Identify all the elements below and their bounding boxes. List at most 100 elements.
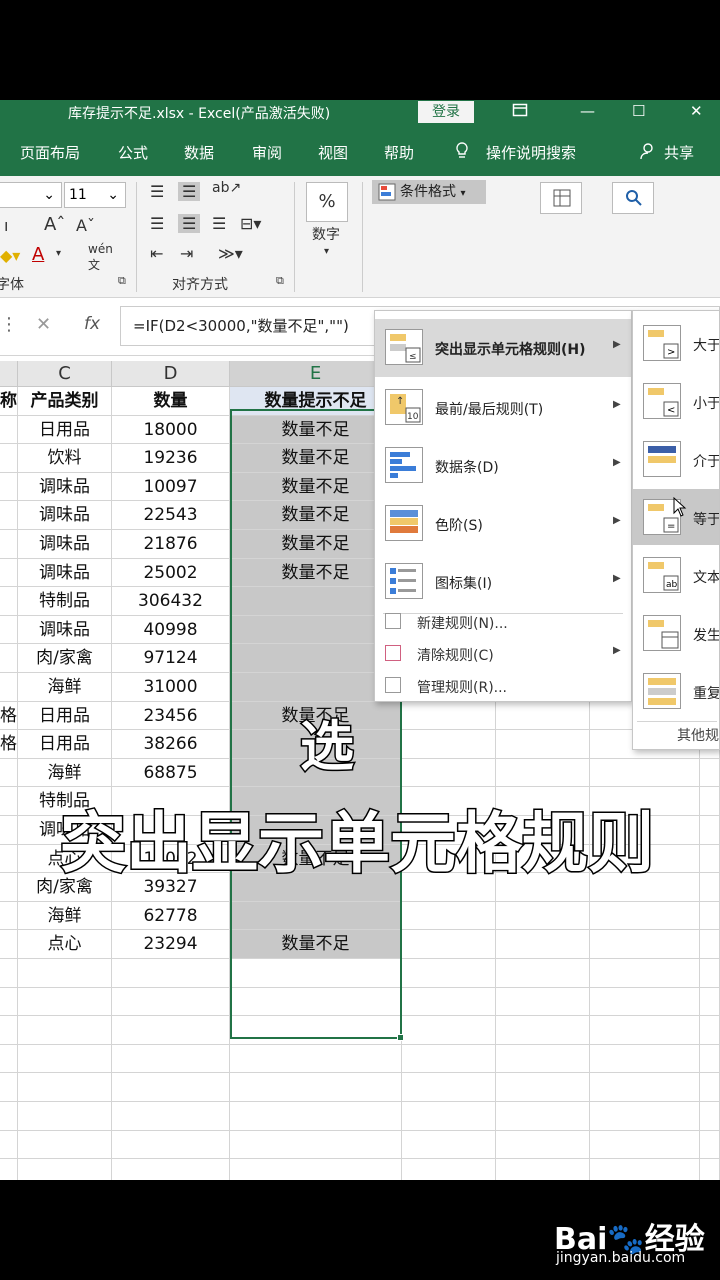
cell-b[interactable] xyxy=(0,644,18,673)
empty-cell[interactable] xyxy=(18,1102,112,1131)
empty-cell[interactable] xyxy=(590,1159,700,1180)
cell-d[interactable]: 68875 xyxy=(112,758,230,788)
empty-cell[interactable] xyxy=(700,844,720,874)
empty-cell[interactable] xyxy=(590,1016,700,1045)
menu-clear-rules[interactable]: 清除规则(C) ▶ xyxy=(375,639,631,669)
cell-c[interactable]: 饮料 xyxy=(18,444,112,473)
cell-c[interactable]: 调味品 xyxy=(18,501,112,530)
close-button[interactable]: ✕ xyxy=(690,102,703,120)
empty-cell[interactable] xyxy=(496,901,590,931)
empty-cell[interactable] xyxy=(402,930,496,959)
cell-b[interactable] xyxy=(0,558,18,588)
empty-cell[interactable] xyxy=(700,1130,720,1160)
tab-review[interactable]: 审阅 xyxy=(252,142,282,163)
empty-cell[interactable] xyxy=(700,816,720,845)
cell-c[interactable]: 肉/家禽 xyxy=(18,644,112,673)
empty-cell[interactable] xyxy=(590,930,700,959)
empty-cell[interactable] xyxy=(402,1159,496,1180)
cell-c[interactable]: 海鲜 xyxy=(18,673,112,702)
empty-cell[interactable] xyxy=(402,730,496,759)
cell-b[interactable] xyxy=(0,530,18,559)
cell-d[interactable]: 40998 xyxy=(112,615,230,645)
cell-b[interactable] xyxy=(0,873,18,902)
empty-cell[interactable] xyxy=(496,1130,590,1160)
empty-cell[interactable] xyxy=(402,701,496,731)
menu-data-bars[interactable]: 数据条(D) ▶ xyxy=(375,437,631,495)
align-middle-icon[interactable]: ☰ xyxy=(178,182,201,201)
cell-b[interactable] xyxy=(0,930,18,959)
header-cell-c[interactable]: 产品类别 xyxy=(18,387,112,416)
empty-cell[interactable] xyxy=(0,959,18,988)
submenu-less-than[interactable]: < 小于 xyxy=(633,373,719,429)
cell-c[interactable]: 海鲜 xyxy=(18,901,112,931)
empty-cell[interactable] xyxy=(496,959,590,988)
share-button[interactable]: 共享 xyxy=(664,142,694,163)
submenu-between[interactable]: 介于 xyxy=(633,431,719,487)
login-button[interactable]: 登录 xyxy=(418,101,474,123)
cell-d[interactable]: 21876 xyxy=(112,530,230,559)
cell-b[interactable] xyxy=(0,673,18,702)
empty-cell[interactable] xyxy=(496,730,590,759)
empty-cell[interactable] xyxy=(496,1073,590,1102)
empty-cell[interactable] xyxy=(590,1102,700,1131)
menu-manage-rules[interactable]: 管理规则(R)... xyxy=(375,671,631,701)
cell-d[interactable]: 22543 xyxy=(112,501,230,530)
fill-handle[interactable] xyxy=(397,1034,404,1041)
ribbon-display-icon[interactable] xyxy=(512,102,528,122)
empty-cell[interactable] xyxy=(18,987,112,1017)
empty-cell[interactable] xyxy=(700,1073,720,1102)
submenu-text-contains[interactable]: ab 文本 xyxy=(633,547,719,603)
cell-b[interactable] xyxy=(0,615,18,645)
empty-cell[interactable] xyxy=(112,1016,230,1045)
submenu-greater-than[interactable]: > 大于 xyxy=(633,315,719,371)
cell-b[interactable] xyxy=(0,587,18,616)
tab-formulas[interactable]: 公式 xyxy=(118,142,148,163)
empty-cell[interactable] xyxy=(402,1044,496,1074)
cell-d[interactable]: 23456 xyxy=(112,701,230,731)
column-header-d[interactable]: D xyxy=(112,361,230,387)
tell-me-search[interactable]: 操作说明搜索 xyxy=(486,142,576,163)
empty-cell[interactable] xyxy=(496,930,590,959)
empty-cell[interactable] xyxy=(230,987,402,1017)
cell-d[interactable]: 306432 xyxy=(112,587,230,616)
empty-cell[interactable] xyxy=(18,1159,112,1180)
align-right-icon[interactable]: ☰ xyxy=(212,214,226,233)
tab-page-layout[interactable]: 页面布局 xyxy=(20,142,80,163)
empty-cell[interactable] xyxy=(590,1073,700,1102)
empty-cell[interactable] xyxy=(700,930,720,959)
cell-e[interactable] xyxy=(230,901,402,931)
merge-center-icon[interactable]: ⊟▾ xyxy=(240,214,261,233)
align-center-icon[interactable]: ☰ xyxy=(178,214,201,233)
cell-d[interactable]: 38266 xyxy=(112,730,230,759)
menu-icon-sets[interactable]: 图标集(I) ▶ xyxy=(375,553,631,611)
find-select-button[interactable] xyxy=(612,182,654,214)
cell-d[interactable]: 19236 xyxy=(112,444,230,473)
submenu-duplicate-values[interactable]: 重复 xyxy=(633,663,719,719)
cell-b[interactable] xyxy=(0,444,18,473)
empty-cell[interactable] xyxy=(700,787,720,816)
maximize-button[interactable]: ☐ xyxy=(632,102,645,120)
empty-cell[interactable] xyxy=(0,1044,18,1074)
conditional-formatting-button[interactable]: 条件格式 ▾ xyxy=(372,180,486,204)
header-cell-d[interactable]: 数量 xyxy=(112,387,230,416)
empty-cell[interactable] xyxy=(496,758,590,788)
fx-icon[interactable]: fx xyxy=(84,314,100,334)
cell-c[interactable]: 日用品 xyxy=(18,415,112,445)
submenu-more-rules[interactable]: 其他规 xyxy=(677,725,719,745)
submenu-date-occurring[interactable]: 发生 xyxy=(633,605,719,661)
empty-cell[interactable] xyxy=(402,987,496,1017)
minimize-button[interactable]: — xyxy=(580,102,595,120)
menu-highlight-cells-rules[interactable]: ≤ 突出显示单元格规则(H) ▶ xyxy=(375,319,631,377)
fill-color-icon[interactable]: ◆▾ xyxy=(0,246,20,265)
increase-indent-icon[interactable]: ⇥ xyxy=(180,244,193,263)
empty-cell[interactable] xyxy=(496,1102,590,1131)
empty-cell[interactable] xyxy=(112,987,230,1017)
cancel-icon[interactable]: ✕ xyxy=(36,314,51,335)
font-name-dropdown[interactable]: ⌄ xyxy=(0,182,62,208)
cell-d[interactable]: 25002 xyxy=(112,558,230,588)
empty-cell[interactable] xyxy=(590,959,700,988)
increase-font-icon[interactable]: Aˆ xyxy=(44,214,65,235)
cell-d[interactable]: 31000 xyxy=(112,673,230,702)
align-top-icon[interactable]: ☰ xyxy=(150,182,164,201)
empty-cell[interactable] xyxy=(112,1102,230,1131)
